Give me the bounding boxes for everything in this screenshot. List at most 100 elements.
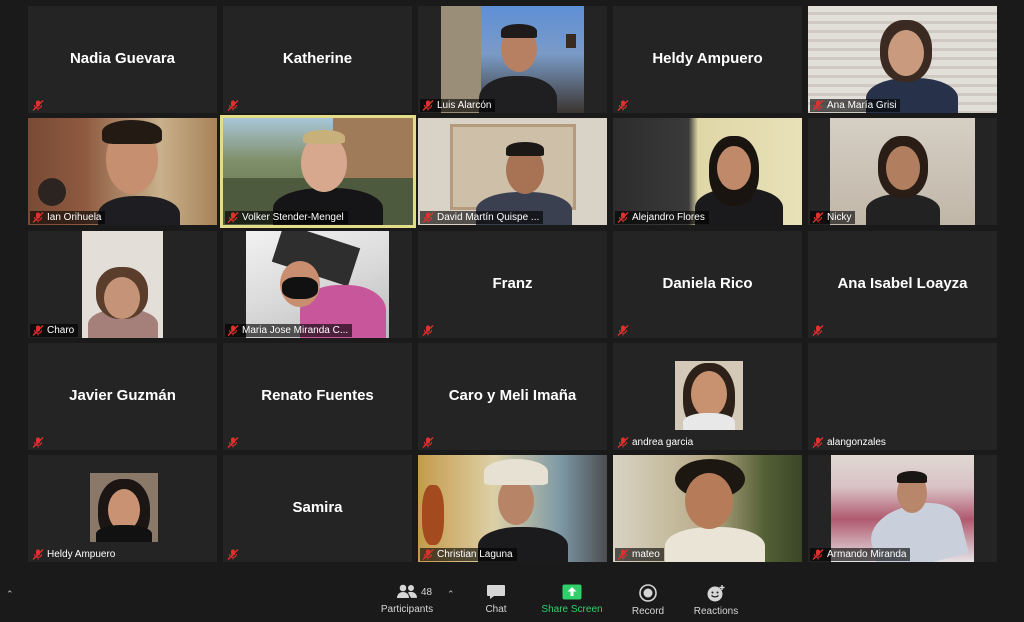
participant-name: Javier Guzmán	[69, 386, 176, 404]
microphone-muted-icon	[422, 437, 434, 448]
participant-tile[interactable]: Charo	[28, 231, 217, 338]
participant-tile[interactable]: Samira	[223, 455, 412, 562]
participant-name: Heldy Ampuero	[47, 549, 116, 560]
participant-name: Volker Stender-Mengel	[242, 212, 344, 223]
participant-name: Franz	[492, 274, 533, 292]
participant-name: Heldy Ampuero	[652, 49, 763, 67]
participant-tile[interactable]: Alejandro Flores	[613, 118, 802, 225]
record-button[interactable]: Record	[628, 584, 668, 617]
participant-tile[interactable]: Christian Laguna	[418, 455, 607, 562]
chevron-up-icon[interactable]: ⌃	[447, 589, 455, 600]
participant-video	[90, 473, 158, 542]
participant-video	[418, 455, 607, 562]
microphone-muted-icon	[617, 325, 629, 336]
participant-label: Christian Laguna	[420, 548, 517, 561]
microphone-muted-icon	[32, 100, 44, 111]
meeting-gallery-view: Nadia Guevara Katherine Luis Alarcón Hel…	[0, 0, 1024, 622]
microphone-muted-icon	[812, 212, 824, 223]
participants-count: 48	[421, 587, 433, 598]
participant-tile[interactable]: Maria Jose Miranda C...	[223, 231, 412, 338]
participant-label	[810, 324, 831, 337]
participant-tile[interactable]: Heldy Ampuero	[28, 455, 217, 562]
participant-tile[interactable]: mateo	[613, 455, 802, 562]
microphone-muted-icon	[32, 437, 44, 448]
microphone-muted-icon	[227, 437, 239, 448]
participant-name: Christian Laguna	[437, 549, 513, 560]
microphone-muted-icon	[617, 212, 629, 223]
microphone-muted-icon	[32, 549, 44, 560]
participant-label	[420, 324, 441, 337]
participant-label	[30, 99, 51, 112]
participant-tile[interactable]: David Martín Quispe ...	[418, 118, 607, 225]
participant-tile[interactable]: alangonzales	[808, 343, 997, 450]
participant-tile[interactable]: Heldy Ampuero	[613, 6, 802, 113]
people-icon	[397, 584, 417, 598]
reactions-icon	[707, 585, 725, 602]
participant-tile[interactable]: Ian Orihuela	[28, 118, 217, 225]
participant-label: Alejandro Flores	[615, 211, 709, 224]
participant-name: andrea garcia	[632, 437, 694, 448]
participant-name: Daniela Rico	[662, 274, 753, 292]
participants-label: Participants	[380, 604, 434, 615]
participant-video	[82, 231, 163, 338]
participant-name: Maria Jose Miranda C...	[242, 325, 349, 336]
reactions-button[interactable]: Reactions	[690, 584, 742, 617]
microphone-muted-icon	[422, 100, 434, 111]
participant-name: Samira	[292, 498, 343, 516]
participant-label	[615, 324, 636, 337]
participant-label	[225, 436, 246, 449]
participant-tile[interactable]: Renato Fuentes	[223, 343, 412, 450]
participant-name: Charo	[47, 325, 75, 336]
participant-video	[441, 6, 584, 113]
participant-name: Renato Fuentes	[261, 386, 374, 404]
microphone-muted-icon	[227, 212, 239, 223]
microphone-muted-icon	[422, 212, 434, 223]
participant-tile[interactable]: Daniela Rico	[613, 231, 802, 338]
chat-button[interactable]: Chat	[478, 584, 514, 615]
participant-name: Ian Orihuela	[47, 212, 102, 223]
participant-tile[interactable]: Katherine	[223, 6, 412, 113]
participant-label: David Martín Quispe ...	[420, 211, 544, 224]
participant-label	[225, 99, 246, 112]
microphone-muted-icon	[422, 549, 434, 560]
microphone-muted-icon	[812, 100, 824, 111]
participant-tile-active-speaker[interactable]: Volker Stender-Mengel	[220, 115, 416, 228]
participant-tile[interactable]: Ana Isabel Loayza	[808, 231, 997, 338]
participant-name: Ana Isabel Loayza	[837, 274, 968, 292]
microphone-muted-icon	[617, 437, 629, 448]
participant-video	[223, 118, 413, 225]
participant-tile[interactable]: Nicky	[808, 118, 997, 225]
participant-label: alangonzales	[810, 436, 890, 449]
participant-label: andrea garcia	[615, 436, 697, 449]
participant-label	[225, 548, 246, 561]
participant-tile[interactable]: andrea garcia	[613, 343, 802, 450]
participant-video	[246, 231, 389, 338]
participant-label: Charo	[30, 324, 79, 337]
record-icon	[639, 584, 657, 602]
microphone-muted-icon	[32, 325, 44, 336]
participant-tile[interactable]: Armando Miranda	[808, 455, 997, 562]
participant-tile[interactable]: Ana María Grisi	[808, 6, 997, 113]
participant-video	[613, 455, 802, 562]
participant-label: Volker Stender-Mengel	[225, 211, 348, 224]
participant-label: mateo	[615, 548, 664, 561]
chat-bubble-icon	[487, 585, 505, 599]
participant-name: Alejandro Flores	[632, 212, 705, 223]
participant-name: Armando Miranda	[827, 549, 907, 560]
participant-tile[interactable]: Franz	[418, 231, 607, 338]
participant-label: Luis Alarcón	[420, 99, 496, 112]
share-screen-icon	[562, 584, 582, 600]
participant-video	[675, 361, 743, 430]
participant-label: Ian Orihuela	[30, 211, 106, 224]
participant-tile[interactable]: Caro y Meli Imaña	[418, 343, 607, 450]
participant-label: Heldy Ampuero	[30, 548, 119, 561]
share-screen-button[interactable]: Share Screen	[538, 584, 606, 615]
participant-tile[interactable]: Nadia Guevara	[28, 6, 217, 113]
chat-label: Chat	[485, 604, 507, 615]
participant-name: Luis Alarcón	[437, 100, 492, 111]
participant-tile[interactable]: Javier Guzmán	[28, 343, 217, 450]
participant-video	[830, 118, 975, 225]
chevron-up-icon[interactable]: ⌃	[6, 589, 14, 600]
participant-tile[interactable]: Luis Alarcón	[418, 6, 607, 113]
participant-name: Nadia Guevara	[69, 49, 176, 67]
